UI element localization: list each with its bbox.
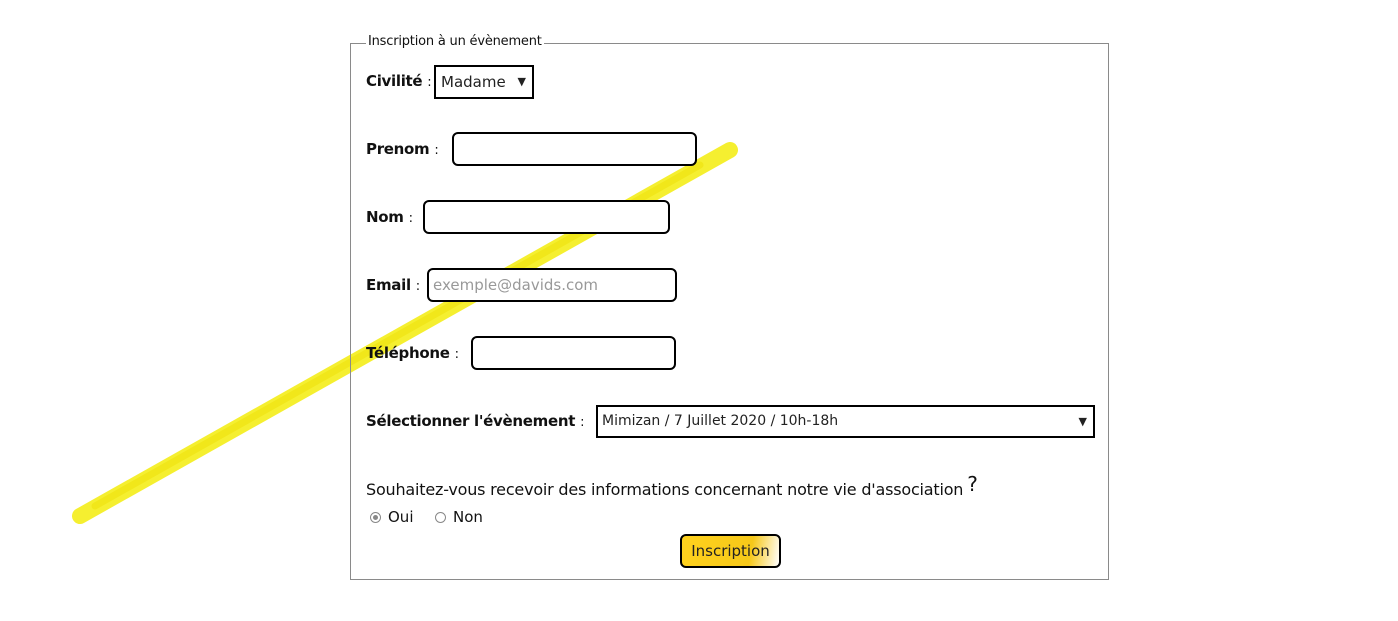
civilite-label: Civilité: [366, 72, 432, 90]
radio-unchecked-icon[interactable] [435, 512, 446, 523]
email-label: Email: [366, 276, 420, 294]
radio-non[interactable]: Non [435, 508, 483, 526]
evenement-select[interactable]: Mimizan / 7 Juillet 2020 / 10h-18h ▼ [596, 405, 1095, 438]
prenom-input[interactable] [452, 132, 697, 166]
radio-checked-icon[interactable] [370, 512, 381, 523]
nom-input[interactable] [423, 200, 670, 234]
prenom-label: Prenom: [366, 140, 439, 158]
chevron-down-icon: ▼ [1078, 415, 1087, 428]
inscription-button[interactable]: Inscription [680, 534, 781, 568]
email-input[interactable]: exemple@davids.com [427, 268, 677, 302]
chevron-down-icon: ▼ [517, 75, 526, 88]
telephone-label: Téléphone: [366, 344, 459, 362]
fieldset-legend: Inscription à un évènement [366, 34, 544, 49]
newsletter-question: Souhaitez-vous recevoir des informations… [366, 472, 978, 499]
evenement-label: Sélectionner l'évènement: [366, 412, 585, 430]
civilite-select[interactable]: Madame ▼ [434, 65, 534, 99]
radio-oui[interactable]: Oui [370, 508, 413, 526]
nom-label: Nom: [366, 208, 413, 226]
telephone-input[interactable] [471, 336, 676, 370]
